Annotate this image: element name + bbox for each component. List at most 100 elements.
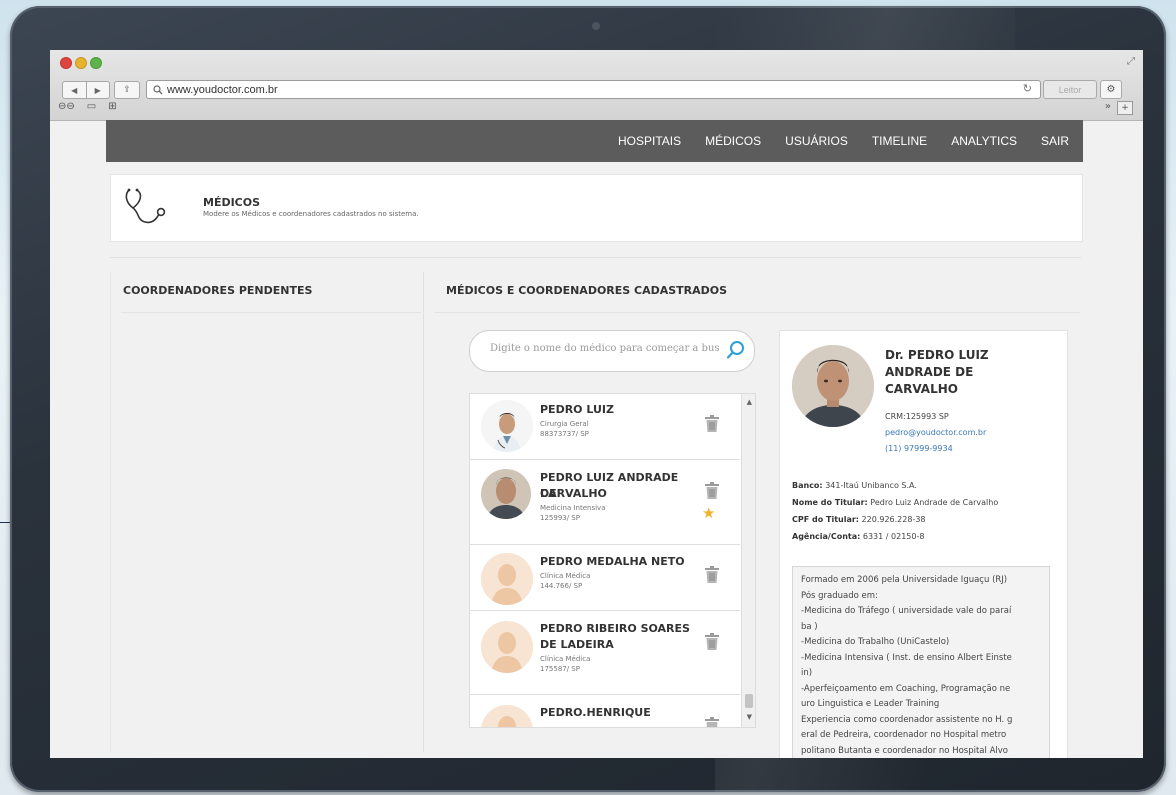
list-item[interactable]: PEDRO LUIZ ANDRADE DE CARVALHO Medicina …	[470, 460, 740, 545]
bio-line: Experiencia como coordenador assistente …	[801, 714, 1013, 725]
holder-cpf-value: 220.926.228-38	[861, 515, 926, 524]
bookmarks-overflow: » +	[1105, 101, 1133, 115]
bio-line: uro Linguistica e Leader Training	[801, 699, 940, 709]
account-holder-row: Nome do Titular: Pedro Luiz Andrade de C…	[792, 498, 998, 507]
doctor-bio[interactable]: Formado em 2006 pela Universidade Iguaçu…	[792, 566, 1050, 758]
bio-line: -Aperfeiçoamento em Coaching, Programaçã…	[801, 683, 1011, 694]
list-item[interactable]: PEDRO MEDALHA NETO Clínica Médica 144.76…	[470, 545, 740, 611]
bio-line: eral de Pedreira, coordenador no Hospita…	[801, 730, 1007, 740]
holder-cpf-label: CPF do Titular:	[792, 515, 859, 524]
trash-icon[interactable]	[705, 633, 719, 650]
registered-doctors-title: MÉDICOS E COORDENADORES CADASTRADOS	[446, 284, 728, 297]
fullscreen-icon[interactable]: ⤢	[1127, 56, 1135, 67]
doctor-detail-name-line: ANDRADE DE	[885, 365, 974, 379]
list-item[interactable]: PEDRO.HENRIQUE	[470, 695, 740, 728]
search-icon[interactable]	[726, 340, 746, 360]
avatar-placeholder-icon	[481, 705, 533, 727]
zoom-window-button[interactable]	[90, 57, 102, 69]
star-icon[interactable]: ★	[702, 504, 715, 522]
doctor-crm: 125993/ SP	[540, 514, 580, 522]
divider	[121, 312, 421, 313]
doctor-name: PEDRO RIBEIRO SOARES	[540, 622, 690, 635]
bio-line: -Medicina do Tráfego ( universidade vale…	[801, 606, 1012, 616]
reader-button[interactable]: Leitor	[1043, 80, 1097, 99]
doctor-detail-name-line: Dr. PEDRO LUIZ	[885, 348, 989, 362]
magnifier-icon	[153, 84, 163, 94]
doctor-search-box	[469, 330, 755, 372]
bank-value: 341-Itaú Unibanco S.A.	[825, 481, 917, 490]
back-arrow-icon[interactable]: ◀	[63, 82, 86, 98]
bio-line: politano Butanta e coordenador no Hospit…	[801, 745, 1008, 756]
history-nav: ◀ ▶	[62, 81, 110, 99]
doctor-crm: 175587/ SP	[540, 665, 580, 673]
doctor-phone-link[interactable]: (11) 97999-9934	[885, 444, 953, 453]
nav-sair[interactable]: SAIR	[1041, 134, 1069, 148]
nav-usuarios[interactable]: USUÁRIOS	[785, 134, 848, 148]
page-title: MÉDICOS	[203, 196, 261, 209]
bookmarks-bar: ⊖⊖ ▭ ⊞	[58, 101, 117, 112]
top-sites-grid-icon[interactable]: ⊞	[108, 101, 116, 112]
camera-icon	[592, 22, 600, 30]
bio-line: in)	[801, 668, 813, 678]
trash-icon[interactable]	[705, 566, 719, 583]
reading-list-icon[interactable]: ⊖⊖	[58, 101, 75, 112]
top-navigation: HOSPITAIS MÉDICOS USUÁRIOS TIMELINE ANAL…	[106, 120, 1083, 162]
bio-line: Pós graduado em:	[801, 590, 878, 601]
doctor-specialty: Clínica Médica	[540, 655, 591, 663]
browser-chrome: ⤢ ◀ ▶ ⇪ www.youdoctor.com.br ↻ Leitor ⚙ …	[50, 50, 1143, 121]
minimize-window-button[interactable]	[75, 57, 87, 69]
branch-account-value: 6331 / 02150-8	[862, 532, 925, 541]
divider	[110, 257, 1081, 258]
reload-icon[interactable]: ↻	[1023, 82, 1032, 95]
pending-coordinators-column: COORDENADORES PENDENTES	[110, 272, 424, 752]
doctor-name-line2: CARVALHO	[540, 487, 607, 500]
bio-line: Formado em 2006 pela Universidade Iguaçu…	[801, 575, 1008, 585]
settings-gear-icon[interactable]: ⚙	[1100, 80, 1122, 99]
trash-icon[interactable]	[705, 415, 719, 432]
url-text: www.youdoctor.com.br	[167, 83, 278, 96]
doctor-crm: 144.766/ SP	[540, 582, 583, 590]
trash-icon[interactable]	[705, 717, 719, 728]
doctor-specialty: Medicina Intensiva	[540, 504, 606, 512]
scroll-up-arrow-icon[interactable]: ▲	[747, 398, 752, 406]
close-window-button[interactable]	[60, 57, 72, 69]
share-icon[interactable]: ⇪	[114, 81, 140, 99]
nav-medicos[interactable]: MÉDICOS	[705, 134, 761, 148]
doctor-email-link[interactable]: pedro@youdoctor.com.br	[885, 428, 986, 437]
scrollbar-thumb[interactable]	[745, 694, 753, 708]
account-holder-value: Pedro Luiz Andrade de Carvalho	[870, 498, 999, 507]
doctor-specialty: Cirurgia Geral	[540, 420, 589, 428]
nav-hospitais[interactable]: HOSPITAIS	[618, 134, 681, 148]
stethoscope-icon	[125, 188, 166, 224]
doctor-specialty: Clínica Médica	[540, 572, 591, 580]
doctor-name: PEDRO LUIZ	[540, 403, 614, 416]
list-item[interactable]: PEDRO LUIZ Cirurgia Geral 88373737/ SP	[470, 394, 740, 460]
new-tab-plus-icon[interactable]: +	[1117, 101, 1133, 115]
page-header: MÉDICOS Modere os Médicos e coordenadore…	[110, 174, 1083, 242]
bank-row: Banco: 341-Itaú Unibanco S.A.	[792, 481, 917, 490]
list-scrollbar[interactable]: ▲ ▼	[741, 394, 755, 727]
bookmarks-book-icon[interactable]: ▭	[87, 101, 96, 112]
doctor-photo	[481, 469, 531, 519]
bio-line: -Medicina do Trabalho (UniCastelo)	[801, 637, 950, 647]
holder-cpf-row: CPF do Titular: 220.926.228-38	[792, 515, 926, 524]
trash-icon[interactable]	[705, 482, 719, 499]
list-item[interactable]: PEDRO RIBEIRO SOARES DE LADEIRA Clínica …	[470, 611, 740, 695]
doctor-search-input[interactable]	[488, 342, 728, 355]
doctor-detail-name: Dr. PEDRO LUIZ ANDRADE DE CARVALHO	[885, 347, 1035, 398]
doctor-detail-photo	[792, 345, 874, 427]
forward-arrow-icon[interactable]: ▶	[85, 82, 110, 98]
divider	[434, 312, 1080, 313]
browser-window: ⤢ ◀ ▶ ⇪ www.youdoctor.com.br ↻ Leitor ⚙ …	[50, 50, 1143, 758]
bio-line: ba )	[801, 621, 818, 632]
more-chevron-icon[interactable]: »	[1105, 101, 1111, 115]
doctor-detail-card: Dr. PEDRO LUIZ ANDRADE DE CARVALHO CRM:1…	[779, 330, 1068, 758]
nav-timeline[interactable]: TIMELINE	[872, 134, 927, 148]
doctor-name-line2: DE LADEIRA	[540, 638, 614, 651]
doctor-list: PEDRO LUIZ Cirurgia Geral 88373737/ SP P…	[469, 393, 756, 728]
bank-label: Banco:	[792, 481, 823, 490]
address-bar[interactable]: www.youdoctor.com.br ↻	[146, 80, 1041, 99]
nav-analytics[interactable]: ANALYTICS	[951, 134, 1017, 148]
pending-coordinators-title: COORDENADORES PENDENTES	[123, 284, 313, 297]
scroll-down-arrow-icon[interactable]: ▼	[747, 713, 752, 721]
